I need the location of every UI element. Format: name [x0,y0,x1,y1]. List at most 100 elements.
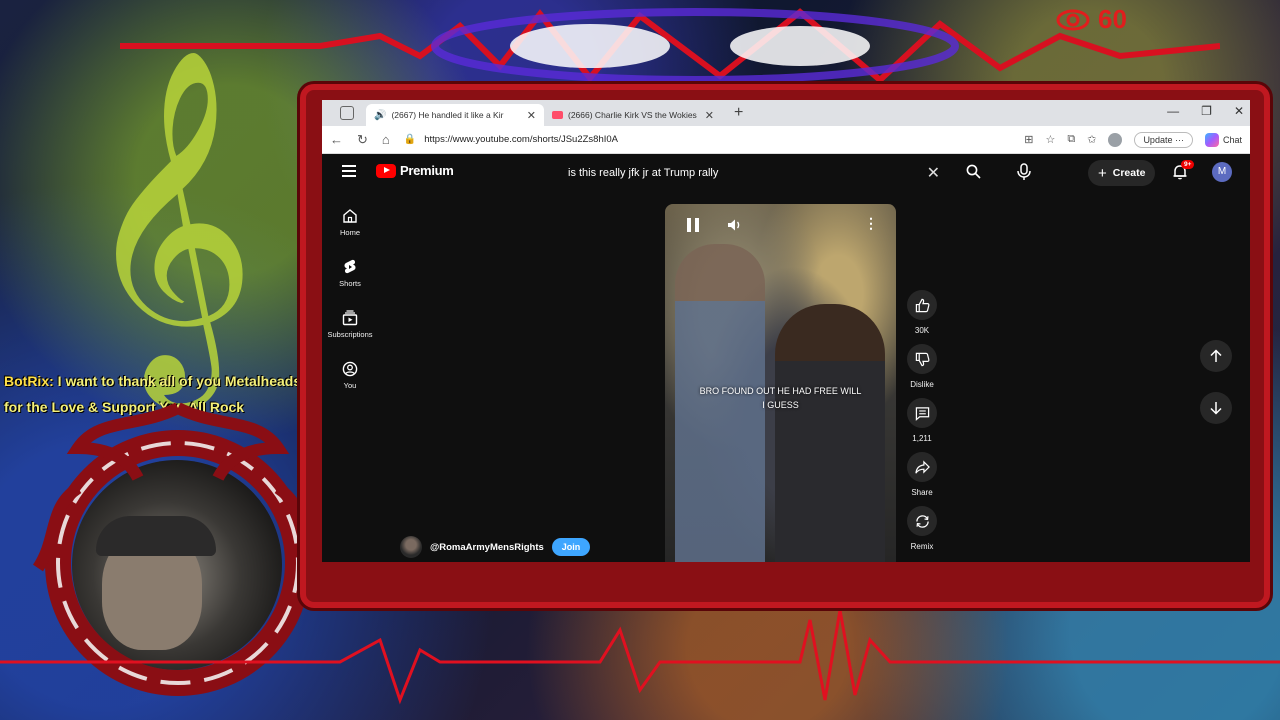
back-icon[interactable]: ← [330,132,343,147]
account-avatar[interactable]: M [1212,162,1232,182]
plus-icon: + [1098,164,1107,182]
remix-icon [915,514,929,528]
volume-icon[interactable] [727,218,743,232]
new-tab-button[interactable]: + [734,104,743,122]
arrow-down-icon [1210,402,1222,415]
restore-icon[interactable]: ❐ [1201,104,1212,118]
pause-icon[interactable] [687,218,699,232]
youtube-play-icon [376,163,396,178]
dislike-label: Dislike [910,380,934,389]
shorts-icon [344,259,356,274]
caption-line-2: I GUESS [762,400,799,410]
tab-active[interactable]: 🔊 (2667) He handled it like a Kir ✕ [366,104,544,126]
home-icon [343,209,357,223]
close-tab-icon[interactable]: ✕ [527,109,536,122]
menu-icon[interactable] [342,165,356,177]
viewer-count: 60 [1056,4,1127,35]
comment-icon [915,406,929,421]
tab-bar: 🔊 (2667) He handled it like a Kir ✕ (266… [322,100,1250,126]
close-window-icon[interactable]: ✕ [1234,104,1244,118]
favorite-star-icon[interactable]: ☆ [1045,133,1055,146]
comment-count: 1,211 [912,434,932,443]
comments-button[interactable]: 1,211 [906,398,938,452]
close-tab-icon[interactable]: ✕ [705,109,714,122]
favorites-icon[interactable]: ✩ [1087,133,1096,146]
bot-name: BotRix: [4,373,54,389]
update-more: ··· [1174,134,1184,145]
microphone-icon[interactable] [1016,163,1032,181]
previous-short-button[interactable] [1200,340,1232,372]
reload-icon[interactable]: ↻ [357,132,368,148]
sidebar-item-subscriptions[interactable]: Subscriptions [322,304,378,355]
sidebar-item-shorts[interactable]: Shorts [322,253,378,304]
url-text: https://www.youtube.com/shorts/JSu2Zs8hI… [424,134,619,145]
window-controls: — ❐ ✕ [1167,104,1244,118]
channel-info: @RomaArmyMensRights Join [400,536,591,558]
like-count: 30K [914,326,930,335]
shorts-video-player[interactable]: ⋮ BRO FOUND OUT HE HAD FREE WILL I GUESS [665,204,896,562]
more-options-icon[interactable]: ⋮ [864,216,878,230]
site-info-icon[interactable]: 🔒 [404,134,416,145]
search-input[interactable]: is this really jfk jr at Trump rally [558,167,927,179]
clear-search-icon[interactable]: ✕ [927,163,940,183]
share-icon [914,459,930,474]
search-box[interactable]: is this really jfk jr at Trump rally ✕ [558,158,988,188]
sidebar-label: Shorts [339,279,361,288]
notification-badge: 9+ [1181,160,1195,169]
sidebar-label: You [343,381,357,390]
share-label: Share [911,488,933,497]
caption-line-1: BRO FOUND OUT HE HAD FREE WILL [699,386,862,396]
youtube-favicon-icon [552,111,563,119]
minimize-icon[interactable]: — [1167,104,1179,118]
youtube-logo[interactable]: Premium [376,163,454,178]
video-frame-person-right [775,304,885,562]
copilot-chat-button[interactable]: Chat [1204,132,1242,147]
sidebar-item-home[interactable]: Home [322,202,378,253]
subscriptions-icon [342,310,358,326]
shorts-navigation [1200,340,1232,424]
next-short-button[interactable] [1200,392,1232,424]
channel-handle[interactable]: @RomaArmyMensRights [430,542,544,553]
update-label: Update [1143,134,1173,145]
youtube-page: Premium is this really jfk jr at Trump r… [322,154,1250,562]
you-icon [342,361,358,377]
logo-text: Premium [400,163,454,178]
share-button[interactable]: Share [906,452,938,506]
url-field[interactable]: 🔒 https://www.youtube.com/shorts/JSu2Zs8… [404,134,1011,145]
chat-label: Chat [1222,134,1242,145]
app-available-icon[interactable]: ⊞ [1024,133,1033,146]
create-button[interactable]: + Create [1088,160,1156,186]
update-button[interactable]: Update ··· [1134,131,1193,148]
remix-button[interactable]: Remix [906,506,938,560]
audio-waveform-bottom [0,609,1280,705]
youtube-header: Premium is this really jfk jr at Trump r… [322,154,1250,194]
tab-title: (2666) Charlie Kirk VS the Wokies [568,110,697,120]
join-button[interactable]: Join [551,538,591,556]
sidebar-label: Home [339,228,360,237]
guide-sidebar: Home Shorts Subscriptions You [322,202,378,406]
extensions-icon[interactable]: ⧉ [1067,133,1075,146]
profile-avatar[interactable] [1108,132,1123,147]
sidebar-label: Subscriptions [327,330,373,339]
audio-waveform-top [120,8,1220,85]
treble-clef-icon: 𝄞 [80,45,258,394]
video-caption: BRO FOUND OUT HE HAD FREE WILL I GUESS [665,384,896,412]
address-bar: ← ↻ ⌂ 🔒 https://www.youtube.com/shorts/J… [322,126,1250,154]
dislike-button[interactable]: Dislike [906,344,938,398]
channel-avatar[interactable] [400,536,422,558]
workspaces-icon[interactable] [340,106,354,120]
create-label: Create [1112,167,1146,179]
tab-inactive[interactable]: (2666) Charlie Kirk VS the Wokies ✕ [544,104,722,126]
remix-label: Remix [910,542,934,551]
search-icon[interactable] [958,164,988,182]
speaker-icon[interactable]: 🔊 [374,110,386,121]
thumbs-down-icon [915,352,929,366]
viewer-count-value: 60 [1098,4,1127,34]
eye-icon [1056,9,1090,30]
home-icon[interactable]: ⌂ [382,132,390,147]
thumbs-up-icon [915,298,929,312]
browser-window: 🔊 (2667) He handled it like a Kir ✕ (266… [322,100,1250,562]
like-button[interactable]: 30K [906,290,938,344]
sidebar-item-you[interactable]: You [322,355,378,406]
arrow-up-icon [1210,349,1222,362]
